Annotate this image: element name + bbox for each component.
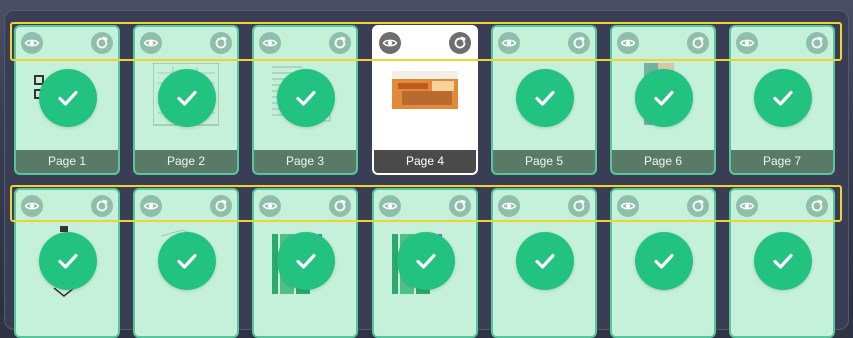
check-icon[interactable] [397,232,455,290]
check-icon[interactable] [277,232,335,290]
check-icon[interactable] [158,232,216,290]
page-label: Page 1 [16,150,118,173]
page-label: Page 4 [374,150,476,173]
page-label: Page 6 [612,150,714,173]
row1-icon-highlight [10,22,842,61]
check-icon[interactable] [516,69,574,127]
page-label: Page 7 [731,150,833,173]
check-icon[interactable] [635,69,693,127]
page-label: Page 5 [493,150,595,173]
row2-icon-highlight [10,185,842,222]
check-icon[interactable] [277,69,335,127]
check-icon[interactable] [39,232,97,290]
check-icon[interactable] [516,232,574,290]
check-icon[interactable] [754,232,812,290]
check-icon[interactable] [635,232,693,290]
check-icon[interactable] [754,69,812,127]
page-label: Page 2 [135,150,237,173]
check-icon[interactable] [158,69,216,127]
check-icon[interactable] [39,69,97,127]
page-label: Page 3 [254,150,356,173]
